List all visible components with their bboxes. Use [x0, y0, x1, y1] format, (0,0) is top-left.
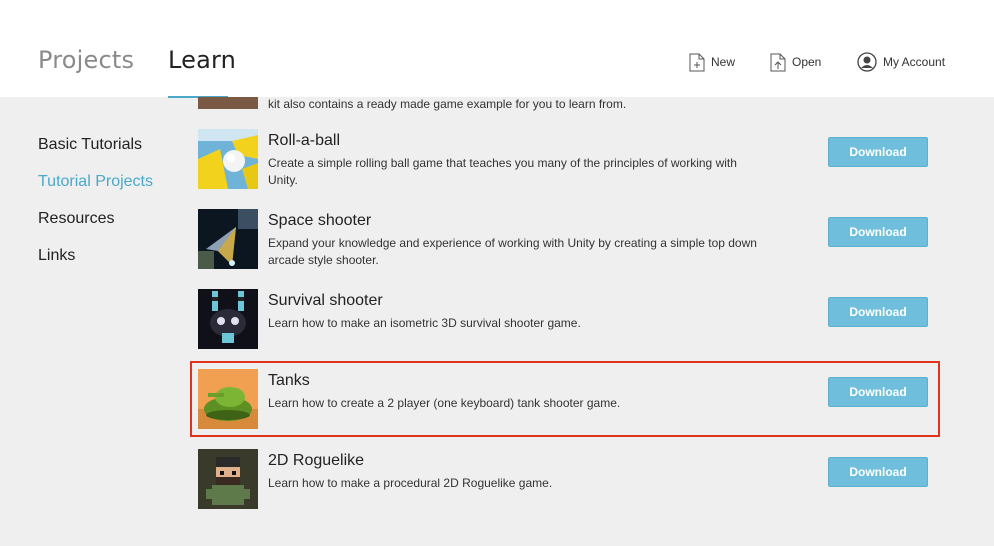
download-button[interactable]: Download [828, 457, 928, 487]
project-description: Create a simple rolling ball game that t… [268, 156, 737, 187]
list-item: Roll-a-ball Create a simple rolling ball… [198, 129, 938, 189]
sidebar-item-resources[interactable]: Resources [38, 210, 114, 228]
my-account-label: My Account [883, 55, 946, 69]
tab-projects[interactable]: Projects [38, 46, 134, 74]
new-button[interactable]: New [689, 52, 735, 72]
open-file-icon [770, 53, 786, 71]
download-button[interactable]: Download [828, 217, 928, 247]
my-account-button[interactable]: My Account [857, 52, 945, 72]
highlight-annotation [190, 361, 940, 437]
project-description: Learn how to make a procedural 2D Roguel… [268, 476, 553, 490]
roll-a-ball-thumbnail [198, 129, 258, 189]
list-item: Survival shooter Learn how to make an is… [198, 289, 938, 349]
space-shooter-thumbnail [198, 209, 258, 269]
project-title: Roll-a-ball [268, 132, 341, 149]
list-item: 2D Roguelike Learn how to make a procedu… [198, 449, 938, 509]
download-button[interactable]: Download [828, 137, 928, 167]
project-description: Learn how to make an isometric 3D surviv… [268, 316, 581, 330]
2d-roguelike-thumbnail [198, 449, 258, 509]
project-description: kit also contains a ready made game exam… [268, 97, 627, 111]
project-title: Space shooter [268, 212, 372, 229]
project-title: 2D Roguelike [268, 452, 365, 469]
open-button[interactable]: Open [770, 52, 821, 72]
sidebar-item-links[interactable]: Links [38, 247, 75, 265]
header: Projects Learn New Open My Account [0, 0, 994, 97]
new-file-icon [689, 53, 705, 71]
tab-learn[interactable]: Learn [168, 46, 236, 74]
list-item: Space shooter Expand your knowledge and … [198, 209, 938, 269]
project-thumbnail [198, 97, 258, 109]
survival-shooter-thumbnail [198, 289, 258, 349]
new-label: New [711, 55, 736, 69]
project-title: Survival shooter [268, 292, 383, 309]
open-label: Open [792, 55, 822, 69]
sidebar-item-tutorial-projects[interactable]: Tutorial Projects [38, 173, 153, 191]
download-button[interactable]: Download [828, 297, 928, 327]
sidebar-item-basic-tutorials[interactable]: Basic Tutorials [38, 136, 142, 154]
project-description: Expand your knowledge and experience of … [268, 236, 757, 267]
list-item-partial: kit also contains a ready made game exam… [198, 97, 938, 115]
user-avatar-icon [857, 52, 877, 72]
